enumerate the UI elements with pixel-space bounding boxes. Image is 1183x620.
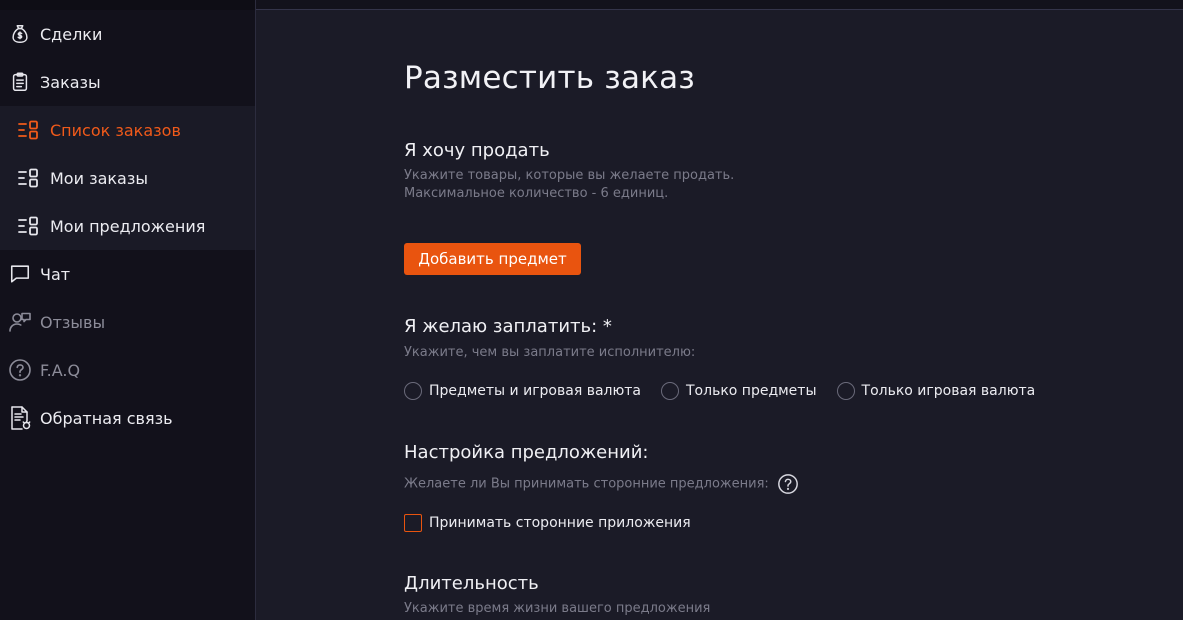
question-circle-icon: [7, 357, 33, 383]
offers-hint-row: Желаете ли Вы принимать сторонние предло…: [404, 473, 799, 495]
sidebar-item-chat[interactable]: Чат: [0, 250, 255, 298]
list-icon: [17, 166, 41, 190]
chat-bubble-icon: [7, 261, 33, 287]
pay-section-title: Я желаю заплатить: *: [404, 316, 612, 337]
user-review-icon: [7, 309, 33, 335]
sell-section-title: Я хочу продать: [404, 140, 550, 161]
sidebar-item-faq[interactable]: F.A.Q: [0, 346, 255, 394]
help-question-icon[interactable]: [777, 473, 799, 495]
sidebar-subitem-my-offers[interactable]: Мои предложения: [0, 202, 255, 250]
accept-offers-checkbox[interactable]: [404, 514, 422, 532]
sell-hint-line1: Укажите товары, которые вы желаете прода…: [404, 168, 735, 183]
clipboard-icon: [7, 69, 33, 95]
sidebar-subitem-my-orders[interactable]: Мои заказы: [0, 154, 255, 202]
sidebar-item-label: Обратная связь: [40, 408, 173, 428]
radio-label: Предметы и игровая валюта: [429, 383, 641, 399]
sidebar-item-label: Чат: [40, 264, 71, 284]
sidebar-subitem-label: Мои предложения: [50, 216, 206, 236]
sidebar-item-label: F.A.Q: [40, 360, 81, 380]
radio-items-and-currency[interactable]: Предметы и игровая валюта: [404, 382, 641, 400]
payment-radio-group: Предметы и игровая валюта Только предмет…: [404, 382, 1055, 400]
money-bag-icon: [7, 21, 33, 47]
duration-hint: Укажите время жизни вашего предложения: [404, 601, 711, 616]
top-bar: [256, 0, 1183, 10]
sidebar-item-deals[interactable]: Сделки: [0, 10, 255, 58]
sidebar-item-feedback[interactable]: Обратная связь: [0, 394, 255, 442]
radio-items-only[interactable]: Только предметы: [661, 382, 817, 400]
radio-label: Только предметы: [686, 383, 817, 399]
sidebar-subitem-label: Список заказов: [50, 120, 181, 140]
sidebar-item-reviews[interactable]: Отзывы: [0, 298, 255, 346]
duration-section-title: Длительность: [404, 573, 539, 594]
pay-hint: Укажите, чем вы заплатите исполнителю:: [404, 345, 696, 360]
offers-hint: Желаете ли Вы принимать сторонние предло…: [404, 476, 769, 492]
page-title: Разместить заказ: [404, 60, 695, 96]
sell-hint-line2: Максимальное количество - 6 единиц.: [404, 186, 669, 201]
radio-circle[interactable]: [661, 382, 679, 400]
radio-circle[interactable]: [404, 382, 422, 400]
orders-submenu: Список заказов Мои заказы Мои предложени…: [0, 106, 255, 250]
accept-offers-checkbox-row[interactable]: Принимать сторонние приложения: [404, 514, 691, 532]
radio-currency-only[interactable]: Только игровая валюта: [836, 382, 1036, 400]
sidebar-subitem-label: Мои заказы: [50, 168, 148, 188]
list-icon: [17, 214, 41, 238]
sidebar-item-orders[interactable]: Заказы: [0, 58, 255, 106]
sidebar-item-label: Сделки: [40, 24, 103, 44]
list-icon: [17, 118, 41, 142]
offers-section-title: Настройка предложений:: [404, 442, 649, 463]
sidebar-item-label: Заказы: [40, 72, 101, 92]
add-item-button[interactable]: Добавить предмет: [404, 243, 581, 275]
radio-label: Только игровая валюта: [861, 383, 1036, 399]
sidebar-subitem-orders-list[interactable]: Список заказов: [0, 106, 255, 154]
radio-circle[interactable]: [836, 382, 855, 400]
accept-offers-label: Принимать сторонние приложения: [429, 515, 691, 531]
feedback-document-icon: [7, 405, 33, 431]
sidebar-item-label: Отзывы: [40, 312, 106, 332]
sidebar-top-strip: [0, 0, 255, 10]
sidebar: Сделки Заказы Список заказов Мои заказы …: [0, 0, 256, 620]
